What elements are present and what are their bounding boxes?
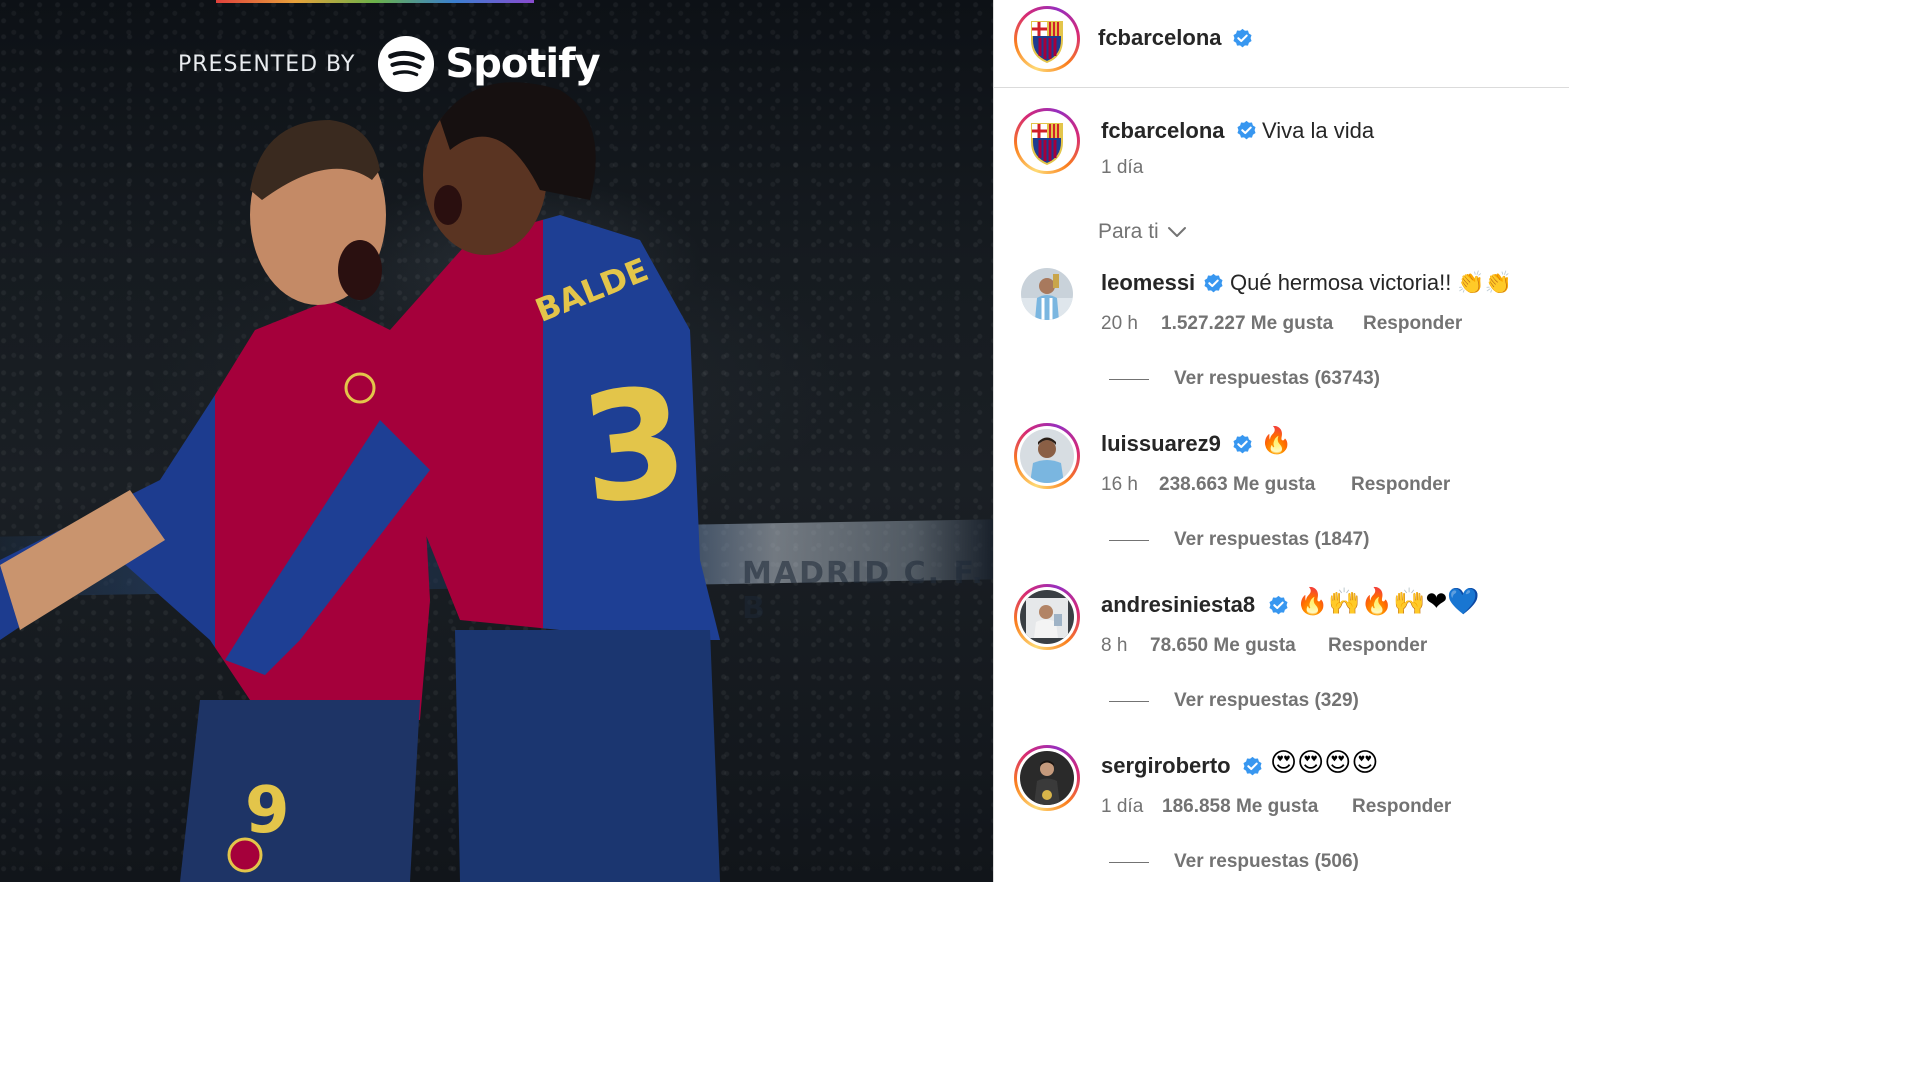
left-player-shorts — [180, 700, 420, 882]
view-replies-button[interactable]: Ver respuestas (1847) — [1174, 529, 1369, 551]
left-player-crest — [344, 372, 376, 404]
left-player-number: 9 — [245, 774, 290, 848]
reply-button[interactable]: Responder — [1352, 796, 1451, 818]
right-player-number: 3 — [573, 355, 695, 539]
comment-username[interactable]: sergiroberto — [1101, 753, 1231, 779]
comment-username[interactable]: luissuarez9 — [1101, 431, 1221, 457]
sort-dropdown[interactable]: Para ti — [1098, 219, 1187, 245]
comment-time[interactable]: 16 h — [1101, 474, 1138, 496]
comment-likes[interactable]: 238.663 Me gusta — [1159, 474, 1315, 496]
header-avatar[interactable] — [1014, 6, 1080, 72]
caption-text: Viva la vida — [1262, 118, 1375, 143]
view-replies-button[interactable]: Ver respuestas (63743) — [1174, 368, 1380, 390]
sort-label: Para ti — [1098, 220, 1159, 243]
comment-username[interactable]: leomessi — [1101, 270, 1195, 296]
comment-time[interactable]: 1 día — [1101, 796, 1143, 818]
left-player-mouth — [338, 240, 382, 300]
comment-text: 😍😍😍😍 — [1270, 748, 1379, 778]
fcb-crest-icon — [1020, 12, 1074, 66]
post-image[interactable]: MADRID C. F. B 9 BALDE 3 PRESENTED BY Sp… — [0, 0, 993, 882]
header-username[interactable]: fcbarcelona — [1098, 25, 1222, 51]
comment-text: 🔥🙌🔥🙌❤💙 — [1296, 587, 1480, 617]
replies-divider — [1109, 379, 1149, 380]
replies-divider — [1109, 862, 1149, 863]
post-header: fcbarcelona — [994, 0, 1569, 88]
messi-avatar-icon — [1021, 268, 1073, 320]
comment-avatar[interactable] — [1014, 423, 1080, 489]
reply-button[interactable]: Responder — [1363, 313, 1462, 335]
verified-badge-icon — [1204, 273, 1223, 293]
sponsor-label: PRESENTED BY — [178, 51, 356, 77]
right-player-shorts — [455, 630, 720, 882]
verified-badge-icon — [1233, 28, 1252, 48]
view-replies-button[interactable]: Ver respuestas (329) — [1174, 690, 1359, 712]
chevron-down-icon — [1167, 227, 1186, 237]
right-player-mouth — [434, 185, 462, 225]
caption-avatar[interactable] — [1014, 108, 1080, 174]
reply-button[interactable]: Responder — [1328, 635, 1427, 657]
verified-badge-icon — [1243, 756, 1262, 776]
verified-badge-icon — [1233, 434, 1252, 454]
replies-divider — [1109, 701, 1149, 702]
verified-badge-icon — [1269, 595, 1288, 615]
spotify-icon — [378, 35, 435, 93]
comment-text: Qué hermosa victoria!! 👏👏 — [1230, 270, 1513, 295]
comment-text: 🔥 — [1260, 426, 1293, 456]
reply-button[interactable]: Responder — [1351, 474, 1450, 496]
fcb-crest-icon — [1020, 114, 1074, 168]
comment-avatar[interactable] — [1014, 584, 1080, 650]
caption-username[interactable]: fcbarcelona — [1101, 118, 1225, 144]
replies-divider — [1109, 540, 1149, 541]
comment-time[interactable]: 20 h — [1101, 313, 1138, 335]
comments-panel: fcbarcelona fcbarcelona Viva la vida 1 d… — [993, 0, 1569, 882]
spotify-wordmark: Spotify — [445, 41, 600, 87]
iniesta-avatar-icon — [1020, 590, 1074, 644]
shorts-crest — [227, 837, 263, 873]
suarez-avatar-icon — [1020, 429, 1074, 483]
comment-username[interactable]: andresiniesta8 — [1101, 592, 1255, 618]
spotify-logo: Spotify — [377, 35, 601, 93]
comment-likes[interactable]: 78.650 Me gusta — [1150, 635, 1296, 657]
verified-badge-icon — [1237, 120, 1256, 140]
comment-avatar[interactable] — [1014, 745, 1080, 811]
sergiroberto-avatar-icon — [1020, 751, 1074, 805]
comment-likes[interactable]: 1.527.227 Me gusta — [1161, 313, 1333, 335]
comment-avatar[interactable] — [1021, 268, 1073, 320]
caption-time[interactable]: 1 día — [1101, 157, 1143, 179]
view-replies-button[interactable]: Ver respuestas (506) — [1174, 851, 1359, 873]
comment-likes[interactable]: 186.858 Me gusta — [1162, 796, 1318, 818]
players-celebrating-illustration: 9 BALDE 3 — [0, 82, 720, 882]
comment-time[interactable]: 8 h — [1101, 635, 1127, 657]
sponsor-banner: PRESENTED BY Spotify — [178, 34, 601, 94]
